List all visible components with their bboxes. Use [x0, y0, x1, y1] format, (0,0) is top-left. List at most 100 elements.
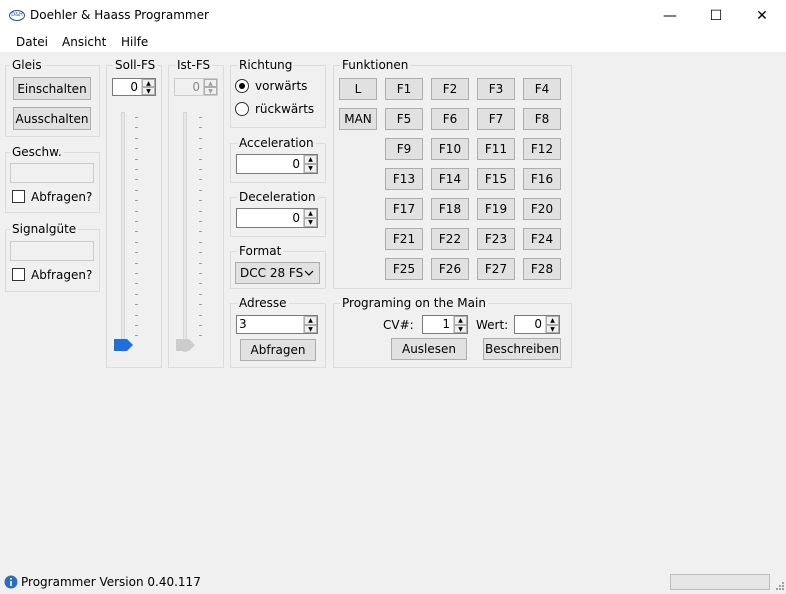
slider-tick	[199, 148, 202, 149]
cv-value: 1	[442, 317, 450, 331]
wert-down-button[interactable]: ▼	[546, 324, 559, 333]
function-button-f1[interactable]: F1	[385, 78, 423, 100]
function-button-f4[interactable]: F4	[523, 78, 561, 100]
minimize-button[interactable]: —	[647, 0, 693, 31]
function-button-f25[interactable]: F25	[385, 258, 423, 280]
format-select[interactable]: DCC 28 FS	[235, 262, 320, 284]
function-button-f24[interactable]: F24	[523, 228, 561, 250]
manual-button[interactable]: MAN	[339, 108, 377, 130]
format-label: Format	[237, 244, 284, 258]
function-button-f6[interactable]: F6	[431, 108, 469, 130]
slider-tick	[199, 252, 202, 253]
function-button-f20[interactable]: F20	[523, 198, 561, 220]
app-logo-icon: D&H	[9, 10, 25, 21]
track-on-button[interactable]: Einschalten	[13, 77, 91, 100]
wert-label: Wert:	[476, 318, 509, 332]
close-button[interactable]: ✕	[739, 0, 785, 31]
menu-bar: Datei Ansicht Hilfe	[0, 31, 786, 53]
slider-tick	[199, 263, 202, 264]
function-button-f12[interactable]: F12	[523, 138, 561, 160]
function-button-f8[interactable]: F8	[523, 108, 561, 130]
menu-hilfe[interactable]: Hilfe	[121, 35, 148, 49]
title-bar: D&H Doehler & Haass Programmer — ☐ ✕	[0, 0, 786, 31]
deceleration-up-button[interactable]: ▲	[304, 209, 317, 218]
slider-tick	[199, 325, 202, 326]
address-spinner[interactable]: 3 ▲ ▼	[236, 315, 318, 334]
acceleration-spinner[interactable]: 0 ▲ ▼	[236, 154, 318, 174]
function-button-f10[interactable]: F10	[431, 138, 469, 160]
soll-slider-track[interactable]	[121, 112, 125, 352]
cv-spinner[interactable]: 1 ▲ ▼	[422, 315, 468, 334]
menu-ansicht[interactable]: Ansicht	[62, 35, 106, 49]
function-button-f18[interactable]: F18	[431, 198, 469, 220]
wert-value: 0	[534, 317, 542, 331]
track-off-button[interactable]: Ausschalten	[13, 107, 91, 130]
slider-tick	[199, 335, 202, 336]
write-button[interactable]: Beschreiben	[483, 338, 561, 360]
signal-query-checkbox[interactable]	[12, 268, 25, 281]
slider-tick	[135, 304, 138, 305]
function-button-f17[interactable]: F17	[385, 198, 423, 220]
signal-query-label: Abfragen?	[31, 268, 93, 282]
deceleration-down-button[interactable]: ▼	[304, 218, 317, 227]
speed-label: Geschw.	[10, 145, 64, 159]
soll-spinner[interactable]: 0 ▲ ▼	[112, 78, 156, 96]
acceleration-down-button[interactable]: ▼	[304, 164, 317, 173]
function-button-f14[interactable]: F14	[431, 168, 469, 190]
ist-down-button: ▼	[204, 87, 217, 95]
deceleration-spinner[interactable]: 0 ▲ ▼	[236, 208, 318, 228]
function-button-f26[interactable]: F26	[431, 258, 469, 280]
slider-tick	[199, 242, 202, 243]
function-button-f7[interactable]: F7	[477, 108, 515, 130]
resize-grip-icon[interactable]	[773, 581, 785, 593]
soll-down-button[interactable]: ▼	[142, 87, 155, 95]
slider-tick	[135, 148, 138, 149]
backward-radio[interactable]	[235, 102, 249, 116]
address-query-button[interactable]: Abfragen	[240, 339, 316, 361]
function-button-f13[interactable]: F13	[385, 168, 423, 190]
menu-datei[interactable]: Datei	[16, 35, 48, 49]
function-button-f16[interactable]: F16	[523, 168, 561, 190]
slider-tick	[199, 169, 202, 170]
address-up-button[interactable]: ▲	[304, 316, 317, 325]
slider-tick	[199, 190, 202, 191]
ist-label: Ist-FS	[175, 58, 213, 72]
speed-display	[10, 163, 94, 183]
slider-tick	[135, 211, 138, 212]
function-button-f9[interactable]: F9	[385, 138, 423, 160]
function-button-f19[interactable]: F19	[477, 198, 515, 220]
soll-up-button[interactable]: ▲	[142, 79, 155, 87]
cv-down-button[interactable]: ▼	[454, 324, 467, 333]
slider-tick	[135, 294, 138, 295]
function-button-f22[interactable]: F22	[431, 228, 469, 250]
function-button-f21[interactable]: F21	[385, 228, 423, 250]
function-button-f2[interactable]: F2	[431, 78, 469, 100]
function-button-f28[interactable]: F28	[523, 258, 561, 280]
address-down-button[interactable]: ▼	[304, 324, 317, 333]
wert-up-button[interactable]: ▲	[546, 316, 559, 325]
soll-slider-thumb[interactable]	[114, 339, 134, 351]
function-button-f23[interactable]: F23	[477, 228, 515, 250]
function-button-f27[interactable]: F27	[477, 258, 515, 280]
light-button[interactable]: L	[339, 78, 377, 100]
wert-spinner[interactable]: 0 ▲ ▼	[514, 315, 560, 334]
slider-tick	[199, 231, 202, 232]
forward-radio[interactable]	[235, 79, 249, 93]
speed-query-checkbox[interactable]	[12, 190, 25, 203]
function-button-f11[interactable]: F11	[477, 138, 515, 160]
pom-label: Programing on the Main	[340, 296, 488, 310]
slider-tick	[135, 231, 138, 232]
acceleration-up-button[interactable]: ▲	[304, 155, 317, 164]
cv-up-button[interactable]: ▲	[454, 316, 467, 325]
function-button-f5[interactable]: F5	[385, 108, 423, 130]
deceleration-value: 0	[292, 211, 300, 225]
slider-tick	[135, 252, 138, 253]
status-text: Programmer Version 0.40.117	[21, 575, 201, 589]
slider-tick	[135, 335, 138, 336]
function-button-f3[interactable]: F3	[477, 78, 515, 100]
maximize-button[interactable]: ☐	[693, 0, 739, 31]
read-button[interactable]: Auslesen	[391, 338, 467, 360]
function-button-f15[interactable]: F15	[477, 168, 515, 190]
deceleration-label: Deceleration	[237, 190, 318, 204]
cv-label: CV#:	[383, 318, 414, 332]
